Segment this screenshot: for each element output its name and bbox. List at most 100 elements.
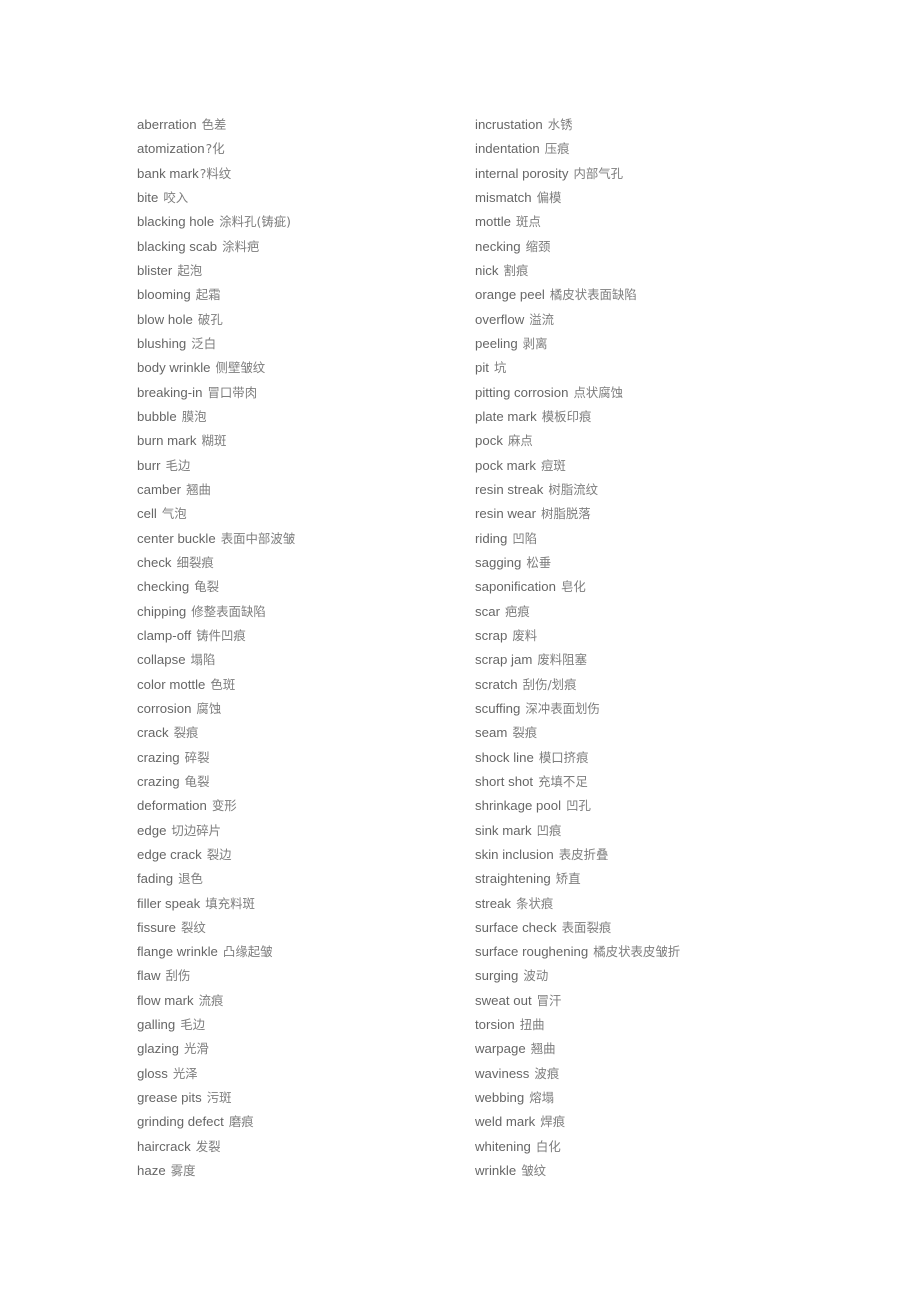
- glossary-entry: internal porosity 内部气孔: [475, 162, 813, 186]
- glossary-gloss: 雾度: [170, 1163, 196, 1179]
- glossary-entry: waviness 波痕: [475, 1062, 813, 1086]
- glossary-entry: breaking-in 冒口带肉: [137, 381, 475, 405]
- glossary-entry: blooming 起霜: [137, 283, 475, 307]
- glossary-gloss: 涂料孔(铸疵): [219, 214, 292, 230]
- glossary-gloss: 条状痕: [516, 895, 554, 911]
- glossary-entry: overflow 溢流: [475, 308, 813, 332]
- glossary-gloss: 冒汗: [536, 992, 562, 1008]
- glossary-gloss: 糊斑: [201, 433, 227, 449]
- glossary-gloss: 剥离: [522, 335, 548, 351]
- glossary-entry: skin inclusion 表皮折叠: [475, 843, 813, 867]
- glossary-gloss: 深冲表面划伤: [525, 700, 600, 716]
- glossary-gloss: 龟裂: [184, 773, 210, 789]
- glossary-gloss: 膜泡: [181, 408, 207, 424]
- glossary-gloss: 废料阻塞: [537, 652, 587, 668]
- glossary-entry: seam 裂痕: [475, 721, 813, 745]
- glossary-term: blow hole: [137, 311, 193, 327]
- glossary-entry: whitening 白化: [475, 1135, 813, 1159]
- glossary-entry: grease pits 污斑: [137, 1086, 475, 1110]
- glossary-term: whitening: [475, 1138, 531, 1154]
- glossary-gloss: 修整表面缺陷: [191, 603, 266, 619]
- glossary-gloss: 退色: [178, 871, 203, 887]
- glossary-term: pock mark: [475, 457, 537, 473]
- glossary-entry: burn mark 糊斑: [137, 429, 475, 453]
- glossary-term: body wrinkle: [137, 360, 211, 376]
- glossary-entry: haze 雾度: [137, 1159, 475, 1183]
- glossary-entry: checking 龟裂: [137, 575, 475, 599]
- glossary-gloss: 毛边: [180, 1017, 206, 1033]
- glossary-term: haze: [137, 1163, 166, 1179]
- glossary-gloss: 侧壁皱纹: [215, 360, 266, 376]
- glossary-entry: scar 疤痕: [475, 600, 813, 624]
- glossary-entry: plate mark 模板印痕: [475, 405, 813, 429]
- glossary-term: glazing: [137, 1041, 179, 1057]
- glossary-entry: grinding defect 磨痕: [137, 1110, 475, 1134]
- glossary-entry: haircrack 发裂: [137, 1135, 475, 1159]
- glossary-entry: bank mark?料纹: [137, 162, 475, 186]
- glossary-term: necking: [475, 238, 521, 254]
- glossary-entry: scuffing 深冲表面划伤: [475, 697, 813, 721]
- glossary-term: pitting corrosion: [475, 384, 569, 400]
- glossary-entry: sagging 松垂: [475, 551, 813, 575]
- glossary-term: edge: [137, 822, 167, 838]
- glossary-entry: flange wrinkle 凸缘起皱: [137, 940, 475, 964]
- glossary-gloss: 毛边: [165, 457, 191, 473]
- glossary-entry: filler speak 填充料斑: [137, 892, 475, 916]
- glossary-entry: gloss 光泽: [137, 1062, 475, 1086]
- glossary-gloss: 起泡: [177, 262, 203, 278]
- glossary-gloss: 凹孔: [566, 798, 591, 814]
- glossary-term: surface check: [475, 919, 557, 935]
- glossary-term: bank mark: [137, 165, 199, 181]
- glossary-gloss: 偏模: [536, 189, 562, 205]
- glossary-entry: glazing 光滑: [137, 1037, 475, 1061]
- glossary-gloss: 焊痕: [540, 1114, 566, 1130]
- glossary-entry: incrustation 水锈: [475, 113, 813, 137]
- glossary-table: aberration 色差 atomization?化 bank mark?料纹 bit…: [137, 113, 837, 1183]
- glossary-entry: bite 咬入: [137, 186, 475, 210]
- glossary-entry: warpage 翘曲: [475, 1037, 813, 1061]
- glossary-term: blooming: [137, 287, 191, 303]
- glossary-term: blister: [137, 262, 173, 278]
- glossary-gloss: 裂痕: [512, 725, 538, 741]
- glossary-term: deformation: [137, 798, 207, 814]
- glossary-entry: indentation 压痕: [475, 137, 813, 161]
- glossary-gloss: 矫直: [555, 871, 581, 887]
- glossary-term: streak: [475, 895, 512, 911]
- glossary-entry: edge 切边碎片: [137, 819, 475, 843]
- glossary-entry: pock 麻点: [475, 429, 813, 453]
- glossary-entry: blacking hole 涂料孔(铸疵): [137, 210, 475, 234]
- glossary-entry: surging 波动: [475, 964, 813, 988]
- glossary-gloss: 刮伤: [165, 968, 191, 984]
- glossary-entry: saponification 皂化: [475, 575, 813, 599]
- glossary-term: color mottle: [137, 676, 206, 692]
- glossary-entry: blacking scab 涂料疤: [137, 235, 475, 259]
- glossary-gloss: 痘斑: [541, 457, 566, 473]
- glossary-gloss: 割痕: [503, 262, 529, 278]
- glossary-term: cell: [137, 506, 157, 522]
- glossary-term: crazing: [137, 749, 180, 765]
- glossary-gloss: 裂纹: [180, 919, 206, 935]
- glossary-gloss: 切边碎片: [171, 822, 222, 838]
- glossary-gloss: 泛白: [191, 335, 217, 351]
- glossary-term: pock: [475, 433, 503, 449]
- glossary-gloss: 坑: [494, 360, 507, 376]
- glossary-term: mottle: [475, 214, 512, 230]
- glossary-gloss: 疤痕: [505, 603, 530, 619]
- glossary-term: incrustation: [475, 117, 543, 132]
- glossary-entry: scrap 废料: [475, 624, 813, 648]
- glossary-term: grinding defect: [137, 1114, 224, 1130]
- glossary-gloss: ?化: [205, 141, 225, 157]
- glossary-entry: pitting corrosion 点状腐蚀: [475, 381, 813, 405]
- glossary-column-left: aberration 色差 atomization?化 bank mark?料纹 bit…: [137, 113, 475, 1183]
- glossary-gloss: 涂料疤: [222, 238, 260, 254]
- glossary-term: camber: [137, 481, 182, 497]
- glossary-term: blacking scab: [137, 238, 218, 254]
- glossary-gloss: 铸件凹痕: [196, 627, 246, 643]
- glossary-gloss: 流痕: [198, 992, 224, 1008]
- glossary-gloss: ?料纹: [199, 165, 232, 181]
- glossary-term: saponification: [475, 579, 556, 595]
- glossary-term: short shot: [475, 773, 534, 789]
- glossary-entry: flaw 刮伤: [137, 964, 475, 988]
- glossary-entry: necking 缩颈: [475, 235, 813, 259]
- glossary-gloss: 充填不足: [538, 773, 588, 789]
